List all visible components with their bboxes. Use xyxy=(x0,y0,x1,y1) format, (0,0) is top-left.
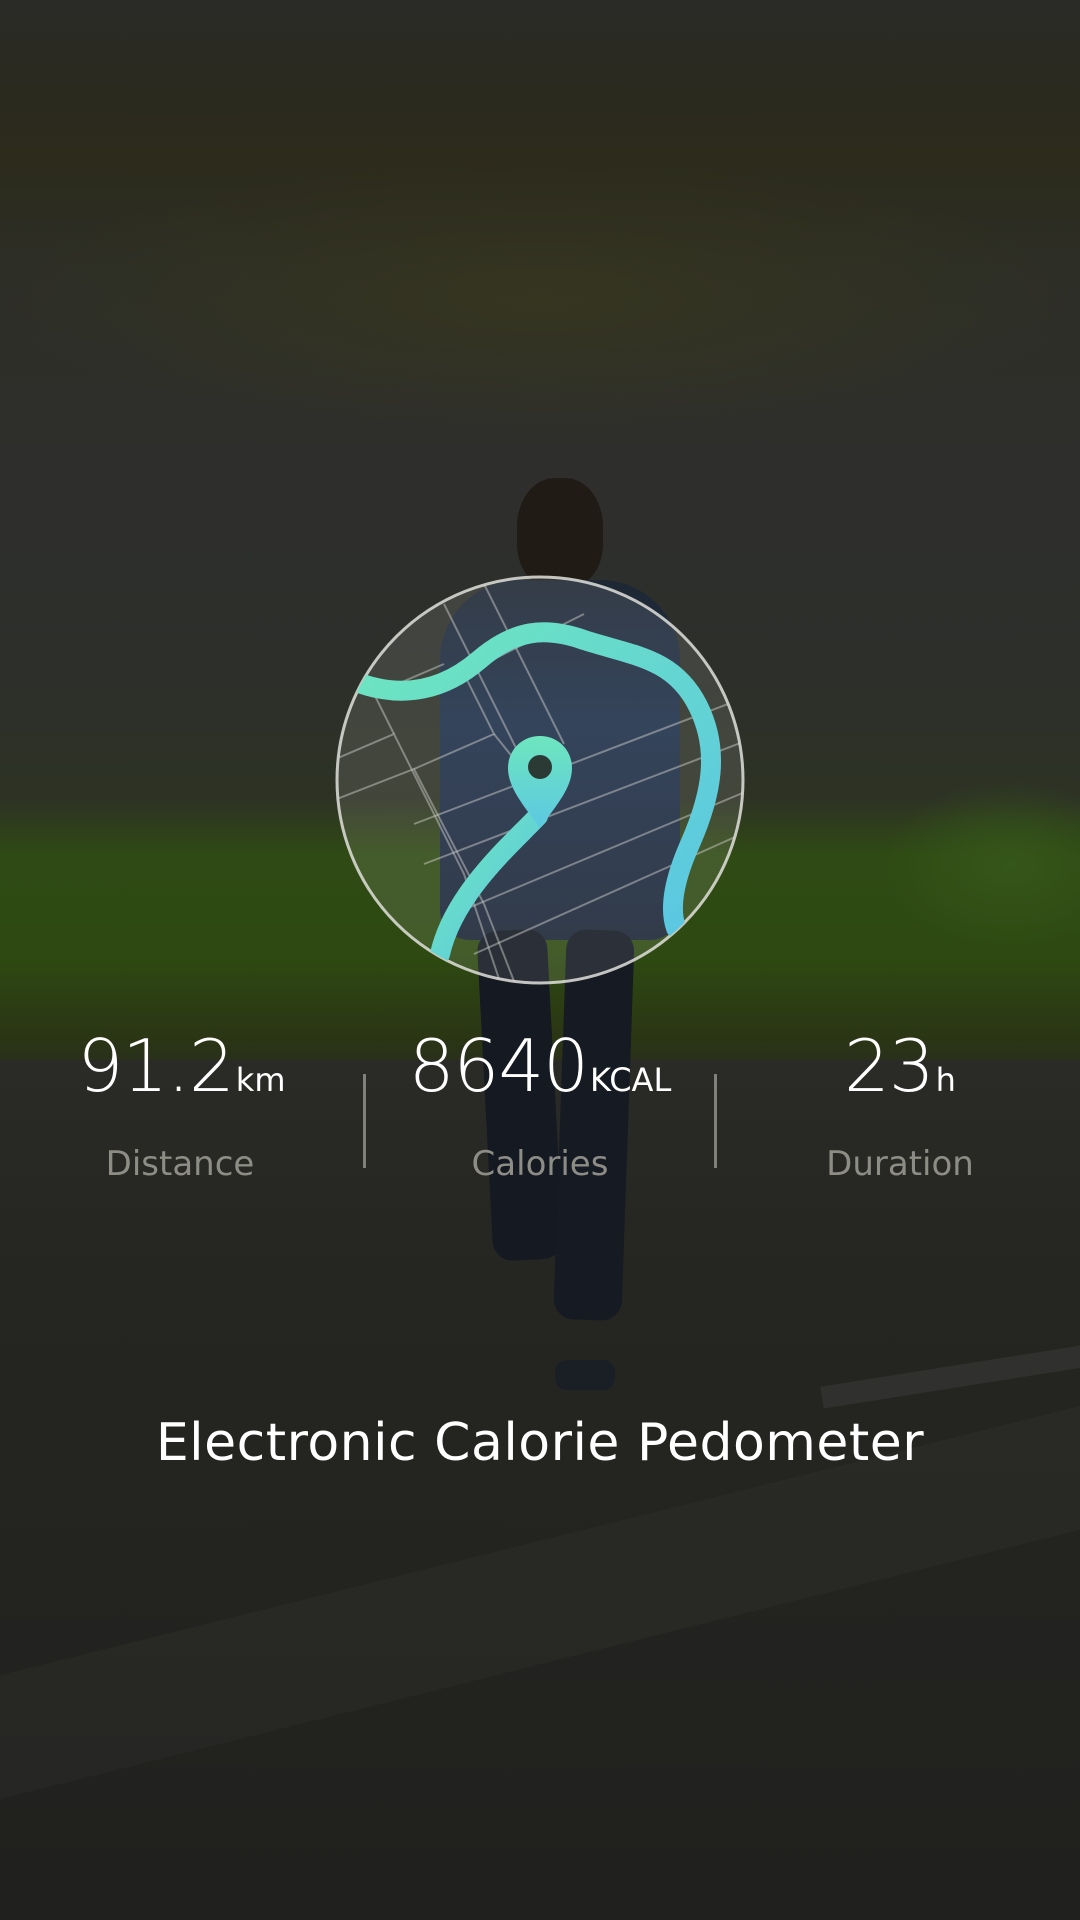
stat-duration: 23h Duration xyxy=(720,1030,1080,1184)
route-map-badge xyxy=(334,574,746,986)
splash-screen: 91.2km Distance 8640KCAL Calories 23h Du… xyxy=(0,0,1080,1920)
duration-label: Duration xyxy=(826,1144,974,1184)
calories-value: 8640 xyxy=(408,1024,589,1108)
distance-value: 91.2 xyxy=(77,1024,234,1108)
stat-distance: 91.2km Distance xyxy=(0,1030,360,1184)
distance-label: Distance xyxy=(105,1144,255,1184)
distance-unit: km xyxy=(235,1061,286,1099)
calories-label: Calories xyxy=(471,1144,609,1184)
stat-divider xyxy=(714,1074,717,1168)
stats-panel: 91.2km Distance 8640KCAL Calories 23h Du… xyxy=(0,1030,1080,1230)
duration-value: 23 xyxy=(844,1024,935,1108)
duration-unit: h xyxy=(935,1061,956,1099)
app-title: Electronic Calorie Pedometer xyxy=(155,1413,925,1473)
calories-unit: KCAL xyxy=(589,1061,672,1099)
stat-calories: 8640KCAL Calories xyxy=(360,1030,720,1184)
route-map-icon xyxy=(335,575,745,985)
